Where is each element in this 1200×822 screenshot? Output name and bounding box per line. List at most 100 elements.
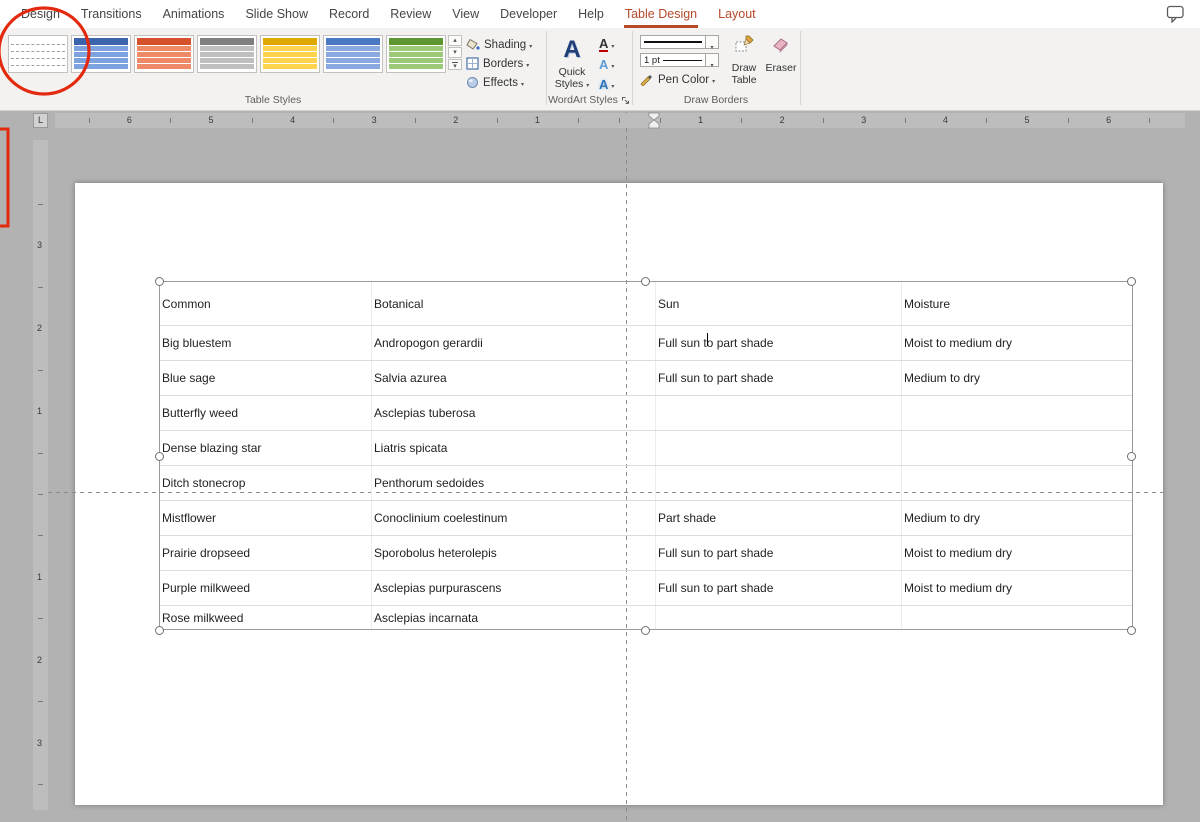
pen-style-combo[interactable] <box>640 35 719 49</box>
table-cell[interactable] <box>655 466 901 500</box>
table-cell[interactable]: Asclepias tuberosa <box>371 396 655 430</box>
table-handle-n[interactable] <box>641 277 650 286</box>
table-style-plain-grid[interactable] <box>8 35 68 73</box>
table-cell[interactable]: Ditch stonecrop <box>160 466 371 500</box>
group-separator <box>800 31 801 105</box>
quick-styles-button[interactable]: Quick Styles <box>550 36 594 92</box>
pen-color-button[interactable]: Pen Color <box>640 73 715 86</box>
tab-selector-box[interactable]: L <box>33 113 48 128</box>
draw-table-button[interactable]: Draw Table <box>726 34 762 86</box>
table-cell[interactable]: Asclepias purpurascens <box>371 571 655 605</box>
tab-record[interactable]: Record <box>328 3 370 28</box>
table-cell[interactable]: Part shade <box>655 501 901 535</box>
shading-button[interactable]: Shading <box>466 37 532 52</box>
table-cell[interactable]: Salvia azurea <box>371 361 655 395</box>
text-outline-button[interactable] <box>599 56 614 72</box>
tab-developer[interactable]: Developer <box>499 3 558 28</box>
table-handle-ne[interactable] <box>1127 277 1136 286</box>
table-cell[interactable]: Medium to dry <box>901 361 1132 395</box>
wordart-dialog-launcher-icon[interactable] <box>621 96 630 105</box>
tab-review[interactable]: Review <box>389 3 432 28</box>
table-cell[interactable] <box>655 606 901 629</box>
tab-view[interactable]: View <box>451 3 480 28</box>
tab-help[interactable]: Help <box>577 3 605 28</box>
borders-button[interactable]: Borders <box>466 56 532 71</box>
table-header-cell[interactable]: Sun <box>655 282 901 325</box>
tab-layout[interactable]: Layout <box>717 3 757 28</box>
table-style-themed-gray[interactable] <box>197 35 257 73</box>
chevron-down-icon <box>521 77 524 89</box>
table-handle-s[interactable] <box>641 626 650 635</box>
table-handle-w[interactable] <box>155 452 164 461</box>
table-cell[interactable] <box>655 431 901 465</box>
table-cell[interactable]: Moist to medium dry <box>901 326 1132 360</box>
table-cell[interactable] <box>901 396 1132 430</box>
table-cell[interactable] <box>901 431 1132 465</box>
table-handle-se[interactable] <box>1127 626 1136 635</box>
table-row: Dense blazing starLiatris spicata <box>160 431 1132 466</box>
table-cell[interactable]: Full sun to part shade <box>655 361 901 395</box>
table-style-themed-blue[interactable] <box>71 35 131 73</box>
table-cell[interactable]: Sporobolus heterolepis <box>371 536 655 570</box>
comments-icon[interactable] <box>1166 5 1186 23</box>
table-style-themed-orange[interactable] <box>134 35 194 73</box>
table-cell[interactable]: Moist to medium dry <box>901 571 1132 605</box>
table-cell[interactable] <box>901 466 1132 500</box>
tab-design[interactable]: Design <box>20 3 61 28</box>
ruler-number: 1 <box>37 406 42 416</box>
table-cell[interactable]: Full sun to part shade <box>655 326 901 360</box>
table-cell[interactable]: Full sun to part shade <box>655 571 901 605</box>
table-cell[interactable] <box>655 396 901 430</box>
table-cell[interactable]: Moist to medium dry <box>901 536 1132 570</box>
table-style-themed-yellow[interactable] <box>260 35 320 73</box>
ruler-tick <box>38 370 43 371</box>
ruler-tick <box>89 118 90 123</box>
eraser-button[interactable]: Eraser <box>764 34 798 74</box>
table-cell[interactable]: Rose milkweed <box>160 606 371 629</box>
table-cell[interactable]: Full sun to part shade <box>655 536 901 570</box>
table-cell[interactable]: Penthorum sedoides <box>371 466 655 500</box>
table-cell[interactable]: Blue sage <box>160 361 371 395</box>
table-cell[interactable]: Big bluestem <box>160 326 371 360</box>
table-style-themed-blue-2[interactable] <box>323 35 383 73</box>
table-handle-e[interactable] <box>1127 452 1136 461</box>
pen-weight-combo[interactable]: 1 pt <box>640 53 719 67</box>
indent-markers-icon[interactable] <box>647 112 661 129</box>
table-header-cell[interactable]: Botanical <box>371 282 655 325</box>
ruler-tick <box>38 701 43 702</box>
table-header-cell[interactable]: Common <box>160 282 371 325</box>
table-cell[interactable]: Medium to dry <box>901 501 1132 535</box>
table-handle-nw[interactable] <box>155 277 164 286</box>
chevron-down-icon[interactable] <box>706 35 719 49</box>
table-cell[interactable]: Conoclinium coelestinum <box>371 501 655 535</box>
gallery-more-button[interactable] <box>448 59 462 70</box>
table-cell[interactable]: Asclepias incarnata <box>371 606 655 629</box>
tab-transitions[interactable]: Transitions <box>80 3 143 28</box>
table-cell[interactable] <box>901 606 1132 629</box>
chevron-down-icon[interactable] <box>706 53 719 67</box>
text-fill-button[interactable] <box>599 36 614 52</box>
ruler-number: 2 <box>453 115 458 125</box>
tab-slide-show[interactable]: Slide Show <box>244 3 309 28</box>
tab-animations[interactable]: Animations <box>162 3 226 28</box>
tab-table-design[interactable]: Table Design <box>624 3 698 28</box>
table-cell[interactable]: Andropogon gerardii <box>371 326 655 360</box>
gallery-scroll-down-button[interactable] <box>448 47 462 58</box>
table-cell[interactable]: Liatris spicata <box>371 431 655 465</box>
ruler-tick <box>1068 118 1069 123</box>
ruler-number: 6 <box>1106 115 1111 125</box>
table-style-themed-green[interactable] <box>386 35 446 73</box>
chevron-down-icon <box>611 35 614 53</box>
table-cell[interactable]: Butterfly weed <box>160 396 371 430</box>
table-cell[interactable]: Dense blazing star <box>160 431 371 465</box>
text-effects-button[interactable] <box>599 76 614 92</box>
table-header-cell[interactable]: Moisture <box>901 282 1132 325</box>
table-cell[interactable]: Prairie dropseed <box>160 536 371 570</box>
table-handle-sw[interactable] <box>155 626 164 635</box>
table-cell[interactable]: Mistflower <box>160 501 371 535</box>
gallery-scroll-up-button[interactable] <box>448 35 462 46</box>
slide-table[interactable]: CommonBotanicalSunMoisture Big bluestemAn… <box>159 281 1133 630</box>
table-cell[interactable]: Purple milkweed <box>160 571 371 605</box>
effects-button[interactable]: Effects <box>466 75 532 90</box>
effects-label: Effects <box>483 77 518 89</box>
